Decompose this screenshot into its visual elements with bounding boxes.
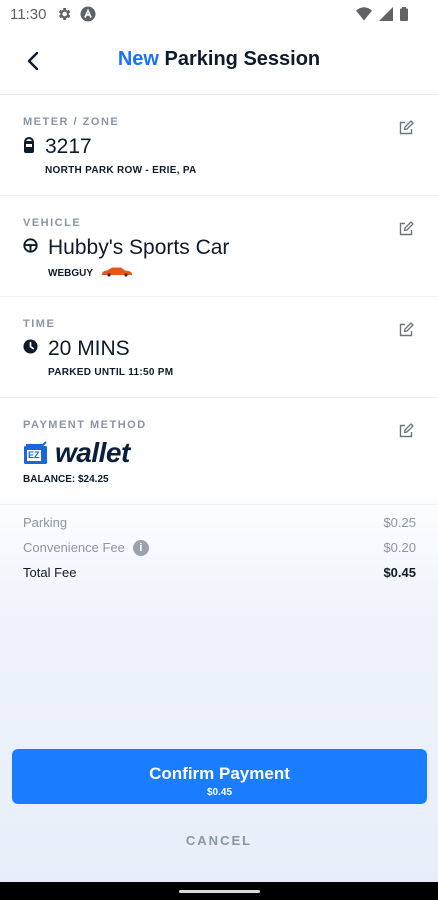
wallet-badge: EZ [28, 450, 40, 460]
edit-icon [399, 423, 414, 438]
status-bar: 11:30 [0, 0, 438, 30]
fee-label: Convenience Fee [23, 540, 125, 555]
time-duration: 20 MINS [48, 337, 130, 360]
fee-label: Total Fee [23, 565, 77, 580]
vehicle-row: Hubby's Sports Car [23, 236, 229, 260]
time-row: 20 MINS [23, 337, 130, 361]
meter-label: METER / ZONE [23, 116, 120, 128]
wallet-logo: EZ wallet [23, 437, 130, 469]
edit-icon [399, 221, 414, 236]
car-icon [101, 264, 133, 282]
wallet-text: wallet [55, 437, 130, 468]
home-gesture-bar[interactable] [179, 890, 260, 893]
wallet-balance: BALANCE: $24.25 [23, 474, 109, 485]
edit-time-button[interactable] [398, 322, 416, 340]
time-section: TIME 20 MINS PARKED UNTIL 11:50 PM [0, 297, 438, 398]
time-label: TIME [23, 318, 56, 330]
fee-row-convenience: Convenience Fee i $0.20 [23, 535, 416, 560]
edit-vehicle-button[interactable] [398, 221, 416, 239]
confirm-label: Confirm Payment [149, 764, 290, 783]
fee-amount: $0.45 [383, 565, 416, 580]
fee-amount: $0.20 [383, 540, 416, 555]
payment-section: PAYMENT METHOD EZ wallet BALANCE: $24.25 [0, 398, 438, 505]
title-new: New [117, 48, 159, 70]
parking-meter-icon [23, 136, 35, 158]
fee-row-parking: Parking $0.25 [23, 510, 416, 535]
fee-amount: $0.25 [383, 515, 416, 530]
wifi-icon [356, 7, 372, 26]
meter-row: 3217 [23, 135, 92, 159]
title-rest: Parking Session [164, 48, 321, 70]
meter-section: METER / ZONE 3217 NORTH PARK ROW - ERIE,… [0, 95, 438, 196]
vehicle-plate-row: WEBGUY [48, 264, 133, 282]
vehicle-label: VEHICLE [23, 217, 82, 229]
edit-icon [399, 120, 414, 135]
edit-meter-button[interactable] [398, 120, 416, 138]
system-nav-bar [0, 882, 438, 900]
clock-icon [23, 339, 38, 359]
vehicle-section: VEHICLE Hubby's Sports Car WEBGUY [0, 196, 438, 297]
cancel-button[interactable]: CANCEL [0, 833, 438, 848]
confirm-amount: $0.45 [206, 787, 233, 798]
app-header: New Parking Session [0, 34, 438, 88]
info-icon[interactable]: i [132, 539, 149, 556]
confirm-payment-button[interactable]: Confirm Payment $0.45 [12, 749, 427, 804]
payment-label: PAYMENT METHOD [23, 419, 147, 431]
fee-row-total: Total Fee $0.45 [23, 560, 416, 585]
fee-breakdown: Parking $0.25 Convenience Fee i $0.20 To… [23, 510, 416, 585]
battery-icon [400, 7, 408, 26]
parked-until: PARKED UNTIL 11:50 PM [48, 367, 174, 378]
fee-label: Parking [23, 515, 68, 530]
app-notification-icon [80, 6, 96, 27]
steering-wheel-icon [23, 238, 38, 258]
settings-gear-icon [56, 6, 72, 27]
edit-icon [399, 322, 414, 337]
status-time: 11:30 [10, 6, 47, 23]
vehicle-name: Hubby's Sports Car [48, 236, 230, 259]
page-title: New Parking Session [0, 48, 438, 71]
vehicle-plate: WEBGUY [48, 267, 93, 279]
signal-icon [379, 7, 393, 26]
ez-wallet-icon: EZ [23, 441, 49, 465]
meter-number: 3217 [45, 135, 92, 158]
meter-location: NORTH PARK ROW - ERIE, PA [45, 165, 197, 176]
edit-payment-button[interactable] [398, 423, 416, 441]
